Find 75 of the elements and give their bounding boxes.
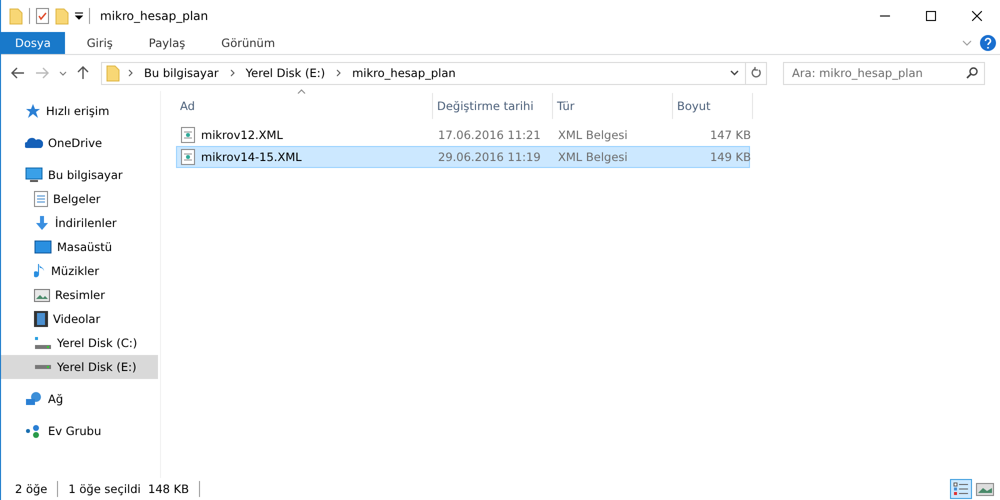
sidebar-item[interactable]: Ev Grubu (1, 419, 158, 443)
sidebar-item[interactable]: OneDrive (1, 131, 158, 155)
document-icon (34, 191, 48, 207)
chevron-down-icon (59, 70, 67, 76)
breadcrumb[interactable]: mikro_hesap_plan (349, 66, 459, 80)
ribbon-tab[interactable]: Dosya (1, 32, 65, 54)
sidebar-item[interactable]: Müzikler (1, 259, 158, 283)
file-name: mikrov12.XML (177, 127, 434, 143)
sidebar-item[interactable]: Belgeler (1, 187, 158, 211)
ribbon-tab[interactable]: Görünüm (207, 32, 290, 54)
film-icon (34, 311, 48, 327)
sidebar-item[interactable]: Yerel Disk (E:) (1, 355, 158, 379)
down-arrow-icon (34, 215, 50, 231)
properties-icon[interactable] (36, 8, 49, 24)
thumbnails-icon (976, 482, 994, 496)
chevron-right-icon (336, 69, 342, 77)
xml-file-icon (181, 127, 195, 143)
breadcrumb[interactable]: Bu bilgisayar (141, 66, 222, 80)
dropdown-caret-icon[interactable] (75, 12, 83, 20)
drive-icon (35, 365, 51, 369)
folder-icon (9, 8, 23, 24)
search-icon (966, 67, 978, 79)
column-header[interactable]: Değiştirme tarihi (433, 93, 553, 119)
item-count: 2 öğe (15, 482, 48, 496)
selection-info: 1 öğe seçildi 148 KB (68, 482, 190, 496)
refresh-button[interactable] (745, 62, 767, 84)
details-view-button[interactable] (950, 479, 972, 499)
up-arrow-icon (77, 66, 89, 80)
refresh-icon (750, 67, 762, 79)
date-cell-text: 29.06.2016 11:19 (437, 150, 542, 164)
sidebar-item[interactable]: Bu bilgisayar (1, 163, 158, 187)
sidebar-item[interactable]: Ağ (1, 387, 158, 411)
chevron-right-icon (230, 69, 235, 77)
window-title: mikro_hesap_plan (100, 9, 208, 23)
address-bar[interactable]: Bu bilgisayar Yerel Disk (E:) mikro_hesap_plan (101, 62, 746, 84)
music-note-icon (34, 263, 46, 279)
desktop-icon (34, 240, 52, 254)
file-row[interactable]: mikrov12.XML 17.06.2016 11:21 XML Belgesi 147 KB (176, 124, 750, 146)
maximize-icon (926, 11, 936, 21)
column-header[interactable]: Ad (176, 93, 433, 119)
column-header[interactable]: Boyut (673, 93, 753, 119)
sidebar-item[interactable]: İndirilenler (1, 211, 158, 235)
breadcrumb[interactable]: Yerel Disk (E:) (242, 66, 328, 80)
size-cell-text: 147 KB (708, 128, 751, 142)
column-header[interactable]: Tür (553, 93, 673, 119)
sidebar-item[interactable]: Resimler (1, 283, 158, 307)
sidebar-item[interactable]: Videolar (1, 307, 158, 331)
star-icon (25, 103, 41, 119)
drive-icon (34, 336, 52, 350)
type-cell-text: XML Belgesi (557, 150, 629, 164)
type-cell-text: XML Belgesi (557, 128, 629, 142)
xml-file-icon (181, 149, 195, 165)
search-field[interactable]: Ara: mikro_hesap_plan (783, 62, 985, 84)
dropdown-icon[interactable] (730, 70, 739, 76)
cloud-icon (25, 137, 43, 149)
sidebar-item[interactable]: Masaüstü (1, 235, 158, 259)
monitor-icon (25, 167, 43, 183)
chevron-right-icon (128, 69, 133, 77)
forward-arrow-icon (35, 67, 49, 79)
folder-icon (106, 64, 120, 82)
close-icon (972, 11, 982, 21)
ribbon-tab[interactable]: Paylaş (134, 32, 200, 54)
sidebar-item[interactable]: Hızlı erişim (1, 99, 158, 123)
details-icon (953, 482, 969, 496)
file-name: mikrov14-15.XML (177, 149, 434, 165)
file-row[interactable]: mikrov14-15.XML 29.06.2016 11:19 XML Belgesi 149 KB (176, 146, 750, 168)
expand-ribbon-icon[interactable] (962, 40, 972, 46)
new-folder-icon (55, 8, 69, 24)
help-icon[interactable] (980, 35, 996, 51)
ribbon-tab[interactable]: Giriş (72, 32, 127, 54)
image-icon (34, 288, 50, 302)
back-arrow-icon (11, 67, 25, 79)
size-cell-text: 149 KB (708, 150, 751, 164)
sidebar-item[interactable]: Yerel Disk (C:) (1, 331, 158, 355)
date-cell-text: 17.06.2016 11:21 (437, 128, 542, 142)
